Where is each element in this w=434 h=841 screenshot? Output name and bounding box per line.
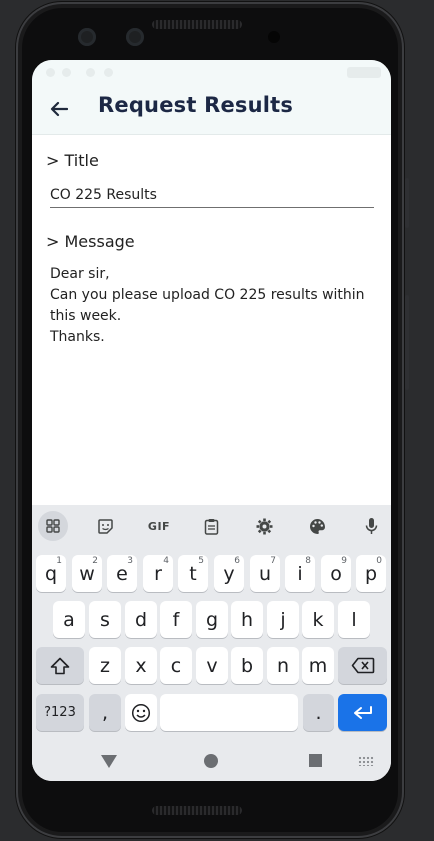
key-letter: p [364,562,378,585]
soft-keyboard: GIF q1 w2 e3 r4 t5 y6 u7 i8 o9 p0 a s d [32,505,391,781]
status-bar [32,60,391,84]
key-r[interactable]: r4 [143,555,173,592]
screen: Request Results > Title > Message Dear s… [32,60,391,781]
key-y[interactable]: y6 [214,555,244,592]
message-textarea[interactable]: Dear sir, Can you please upload CO 225 r… [50,264,380,374]
key-z[interactable]: z [89,647,121,684]
message-label: > Message [46,232,135,251]
title-label: > Title [46,151,99,170]
key-k[interactable]: k [302,601,334,638]
bottom-speaker [152,806,242,815]
app-bar: Request Results [32,84,391,135]
key-hint: 7 [270,556,276,566]
clipboard-icon[interactable] [196,511,226,541]
key-x[interactable]: x [125,647,157,684]
power-button [405,178,409,228]
space-key[interactable] [160,694,298,731]
key-e[interactable]: e3 [107,555,137,592]
key-w[interactable]: w2 [72,555,102,592]
gif-icon[interactable]: GIF [144,511,174,541]
emoji-key[interactable] [125,694,157,731]
shift-icon [50,657,70,674]
emoji-icon [131,703,151,722]
key-hint: 8 [305,556,311,566]
key-l[interactable]: l [338,601,370,638]
key-m[interactable]: m [302,647,334,684]
key-hint: 2 [92,556,98,566]
key-a[interactable]: a [53,601,85,638]
palette-icon[interactable] [302,511,332,541]
nav-recents-icon[interactable] [309,754,322,767]
key-hint: 4 [163,556,169,566]
status-icon [62,68,71,77]
arrow-back-icon[interactable] [46,96,72,122]
key-s[interactable]: s [89,601,121,638]
key-n[interactable]: n [267,647,299,684]
apps-grid-icon[interactable] [38,511,68,541]
key-hint: 9 [341,556,347,566]
period-key[interactable]: . [303,694,334,731]
shift-key[interactable] [36,647,84,684]
key-c[interactable]: c [160,647,192,684]
key-h[interactable]: h [231,601,263,638]
sticker-icon[interactable] [90,511,120,541]
page-title: Request Results [98,93,294,117]
front-camera [78,28,96,46]
key-letter: t [189,562,197,585]
microphone-icon[interactable] [356,511,386,541]
key-letter: i [297,562,303,585]
key-j[interactable]: j [267,601,299,638]
key-letter: o [330,562,342,585]
status-icon [86,68,95,77]
key-p[interactable]: p0 [356,555,386,592]
key-f[interactable]: f [160,601,192,638]
backspace-key[interactable] [338,647,387,684]
enter-key[interactable] [338,694,387,731]
status-right-icons [347,67,381,78]
key-hint: 6 [234,556,240,566]
keyboard-switch-icon[interactable] [358,756,374,766]
backspace-icon [351,657,374,674]
settings-gear-icon[interactable] [249,511,279,541]
key-hint: 0 [376,556,382,566]
navigation-bar [32,743,391,781]
comma-key[interactable]: , [89,694,121,731]
key-t[interactable]: t5 [178,555,208,592]
key-hint: 3 [127,556,133,566]
key-letter: e [116,562,128,585]
key-hint: 1 [56,556,62,566]
keyboard-toolbar: GIF [32,505,391,549]
nav-home-icon[interactable] [204,754,218,768]
key-v[interactable]: v [196,647,228,684]
status-icon [104,68,113,77]
key-i[interactable]: i8 [285,555,315,592]
key-hint: 5 [198,556,204,566]
key-letter: y [223,562,235,585]
key-g[interactable]: g [196,601,228,638]
key-q[interactable]: q1 [36,555,66,592]
status-icon [46,68,55,77]
front-sensor [126,28,144,46]
key-u[interactable]: u7 [250,555,280,592]
title-input[interactable] [50,183,374,208]
key-letter: q [44,562,58,585]
symbols-key[interactable]: ?123 [36,694,84,731]
enter-icon [353,705,372,719]
key-letter: u [258,562,272,585]
nav-back-icon[interactable] [101,755,117,768]
earpiece-speaker [152,20,242,29]
key-d[interactable]: d [125,601,157,638]
key-b[interactable]: b [231,647,263,684]
key-o[interactable]: o9 [321,555,351,592]
volume-button [405,295,409,390]
proximity-sensor [268,31,280,43]
key-letter: r [154,562,162,585]
